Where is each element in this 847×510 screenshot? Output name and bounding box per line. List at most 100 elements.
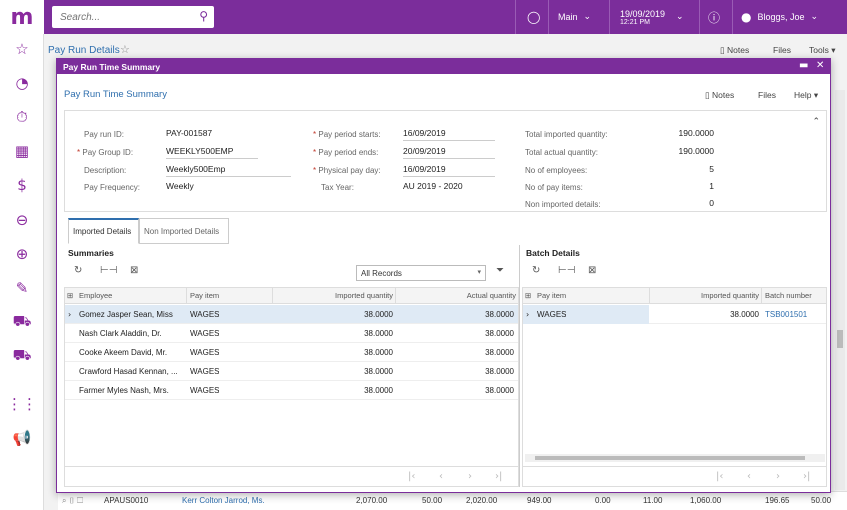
- cell-imported-quantity: 38.0000: [364, 386, 393, 395]
- megaphone-icon[interactable]: 📢: [0, 423, 44, 453]
- last-page-icon[interactable]: ›|: [495, 471, 502, 482]
- grid-pager: |‹ ‹ › ›|: [523, 466, 826, 486]
- pay-group-field[interactable]: WEEKLY500EMP: [166, 146, 258, 159]
- workspace-menu[interactable]: Main ⌄: [558, 0, 591, 34]
- first-page-icon[interactable]: |‹: [408, 471, 415, 482]
- maximize-icon[interactable]: ▬: [799, 60, 808, 71]
- notes-button[interactable]: ▯ Notes: [705, 90, 734, 101]
- collapse-icon[interactable]: ⌃: [812, 117, 820, 127]
- cell-imported-quantity: 38.0000: [364, 329, 393, 338]
- non-imported-label: Non imported details:: [525, 200, 601, 209]
- horizontal-scrollbar[interactable]: [525, 454, 825, 462]
- filter-icon[interactable]: ⏷: [496, 265, 504, 276]
- panel-splitter[interactable]: [519, 245, 520, 487]
- records-filter-select[interactable]: All Records ▾: [356, 265, 486, 281]
- row-value: 50.00: [811, 496, 832, 505]
- last-page-icon[interactable]: ›|: [803, 471, 810, 482]
- date-chevron-icon[interactable]: ⌄: [676, 0, 684, 34]
- close-icon[interactable]: ✕: [816, 60, 824, 71]
- cell-pay-item: WAGES: [190, 386, 220, 395]
- column-pay-item[interactable]: Pay item: [537, 291, 566, 300]
- favorite-star-icon[interactable]: ☆: [120, 43, 130, 56]
- refresh-icon[interactable]: ↻: [74, 265, 82, 276]
- description-field[interactable]: Weekly500Emp: [166, 164, 291, 177]
- grid-settings-icon[interactable]: ⊞: [67, 291, 73, 300]
- pie-chart-icon[interactable]: ◔: [0, 68, 44, 98]
- first-page-icon[interactable]: |‹: [716, 471, 723, 482]
- export-excel-icon[interactable]: ⊠: [130, 265, 138, 276]
- prev-page-icon[interactable]: ‹: [439, 471, 443, 482]
- column-employee[interactable]: Employee: [79, 291, 112, 300]
- next-page-icon[interactable]: ›: [468, 471, 472, 482]
- cart-icon[interactable]: ⛟: [0, 307, 44, 337]
- row-id: APAUS0010: [104, 496, 149, 505]
- table-row[interactable]: › Gomez Jasper Sean, Miss WAGES 38.0000 …: [65, 305, 518, 324]
- files-button[interactable]: Files: [758, 90, 776, 100]
- grid-pager: |‹ ‹ › ›|: [65, 466, 518, 486]
- attachment-icon: ⌕ ▯ ☐: [62, 496, 84, 505]
- column-imported-quantity[interactable]: Imported quantity: [653, 291, 759, 300]
- table-row[interactable]: Crawford Hasad Kennan, ... WAGES 38.0000…: [65, 362, 518, 381]
- search-input[interactable]: [52, 6, 182, 28]
- row-value: 949.00: [527, 496, 552, 505]
- summaries-panel: Summaries ↻ ⊢⊣ ⊠ All Records ▾ ⏷ ⊞ Emplo…: [64, 245, 519, 487]
- export-excel-icon[interactable]: ⊠: [588, 265, 596, 276]
- tab-non-imported-details[interactable]: Non Imported Details: [139, 218, 229, 244]
- cell-pay-item: WAGES: [190, 367, 220, 376]
- chat-icon[interactable]: ◯: [527, 0, 540, 34]
- cell-pay-item: WAGES: [190, 329, 220, 338]
- frequency-value: Weekly: [166, 181, 194, 191]
- row-expand-icon[interactable]: ›: [526, 310, 529, 319]
- period-start-label: * Pay period starts:: [313, 130, 381, 139]
- table-row[interactable]: Farmer Myles Nash, Mrs. WAGES 38.0000 38…: [65, 381, 518, 400]
- grid-settings-icon[interactable]: ⊞: [525, 291, 531, 300]
- search-box[interactable]: ⚲: [52, 6, 214, 28]
- stopwatch-icon[interactable]: ⏱: [0, 102, 44, 132]
- frequency-label: Pay Frequency:: [84, 183, 141, 192]
- table-row[interactable]: Cooke Akeem David, Mr. WAGES 38.0000 38.…: [65, 343, 518, 362]
- calculator-icon[interactable]: ▦: [0, 136, 44, 166]
- table-row[interactable]: Nash Clark Aladdin, Dr. WAGES 38.0000 38…: [65, 324, 518, 343]
- total-imported-label: Total imported quantity:: [525, 130, 608, 139]
- period-end-field[interactable]: 20/09/2019: [403, 146, 495, 159]
- fit-columns-icon[interactable]: ⊢⊣: [558, 265, 575, 276]
- truck-icon[interactable]: ⛟: [0, 341, 44, 371]
- column-imported-quantity[interactable]: Imported quantity: [275, 291, 393, 300]
- files-button[interactable]: Files: [773, 45, 791, 55]
- search-icon[interactable]: ⚲: [199, 9, 208, 23]
- star-icon[interactable]: ☆: [0, 34, 44, 64]
- refresh-icon[interactable]: ↻: [532, 265, 540, 276]
- batch-number-link[interactable]: TSB001501: [765, 310, 807, 319]
- tools-button[interactable]: Tools ▾: [809, 45, 835, 56]
- row-value: 11.00: [643, 496, 663, 505]
- column-pay-item[interactable]: Pay item: [190, 291, 219, 300]
- help-button[interactable]: Help ▾: [794, 90, 818, 101]
- next-page-icon[interactable]: ›: [776, 471, 780, 482]
- user-menu[interactable]: ● Bloggs, Joe ⌄: [741, 0, 818, 34]
- column-actual-quantity[interactable]: Actual quantity: [398, 291, 516, 300]
- background-table-row[interactable]: ⌕ ▯ ☐ APAUS0010 Kerr Colton Jarrod, Ms. …: [58, 491, 847, 510]
- tab-imported-details[interactable]: Imported Details: [68, 218, 139, 244]
- pay-day-field[interactable]: 16/09/2019: [403, 164, 495, 177]
- cell-employee: Nash Clark Aladdin, Dr.: [79, 329, 162, 338]
- minus-circle-icon[interactable]: ⊖: [0, 205, 44, 235]
- notes-button[interactable]: ▯ Notes: [720, 45, 749, 56]
- date-selector[interactable]: 19/09/2019 12:21 PM: [620, 0, 665, 34]
- plus-circle-icon[interactable]: ⊕: [0, 239, 44, 269]
- dollar-icon[interactable]: $: [0, 170, 44, 200]
- grid-icon[interactable]: ⋮⋮: [0, 389, 44, 419]
- edit-icon[interactable]: ✎: [0, 273, 44, 303]
- fit-columns-icon[interactable]: ⊢⊣: [100, 265, 117, 276]
- help-icon[interactable]: ⓘ: [708, 0, 720, 34]
- app-logo[interactable]: m: [0, 0, 44, 34]
- period-start-field[interactable]: 16/09/2019: [403, 128, 495, 141]
- background-scrollbar[interactable]: [835, 90, 845, 490]
- row-expand-icon[interactable]: ›: [68, 310, 71, 319]
- cell-employee: Crawford Hasad Kennan, ...: [79, 367, 178, 376]
- column-batch-number[interactable]: Batch number: [765, 291, 812, 300]
- prev-page-icon[interactable]: ‹: [747, 471, 751, 482]
- page-title[interactable]: Pay Run Details: [48, 45, 120, 56]
- row-employee-link[interactable]: Kerr Colton Jarrod, Ms.: [182, 496, 265, 505]
- pay-run-time-summary-dialog: Pay Run Time Summary ▬ ✕ Pay Run Time Su…: [56, 58, 831, 493]
- table-row[interactable]: › WAGES 38.0000 TSB001501: [523, 305, 826, 324]
